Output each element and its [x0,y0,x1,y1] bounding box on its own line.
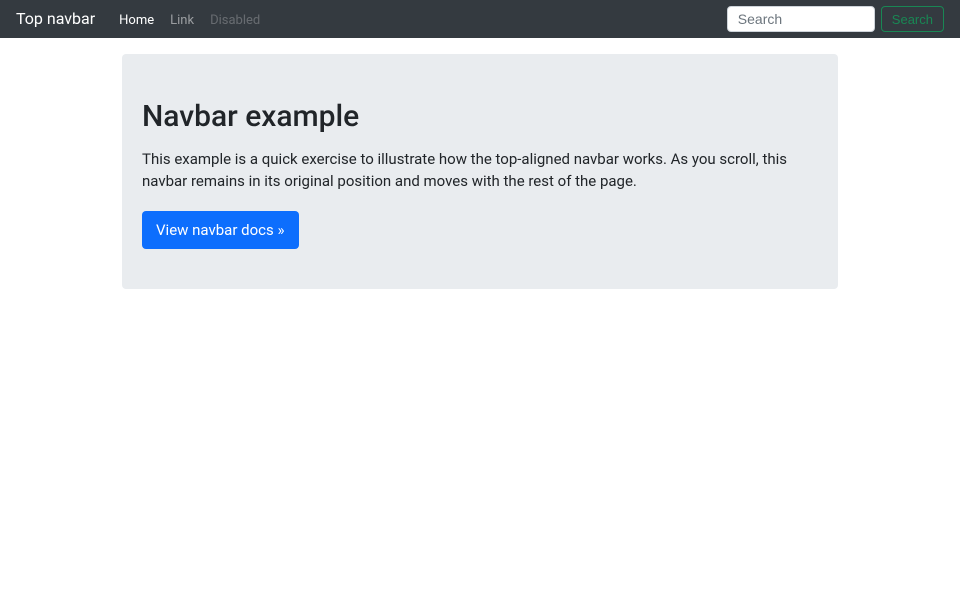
navbar-nav: Home Link Disabled [111,7,727,31]
search-button[interactable]: Search [881,6,944,32]
navbar-brand[interactable]: Top navbar [16,7,95,31]
main-container: Navbar example This example is a quick e… [110,54,850,289]
nav-link-home[interactable]: Home [111,9,162,32]
page-description: This example is a quick exercise to illu… [142,149,818,193]
search-input[interactable] [727,6,875,32]
nav-link-disabled: Disabled [202,9,268,32]
view-docs-button[interactable]: View navbar docs » [142,211,299,250]
jumbotron: Navbar example This example is a quick e… [122,54,838,289]
page-title: Navbar example [142,94,818,139]
top-navbar: Top navbar Home Link Disabled Search [0,0,960,38]
search-form: Search [727,6,944,32]
nav-link-link[interactable]: Link [162,9,202,32]
